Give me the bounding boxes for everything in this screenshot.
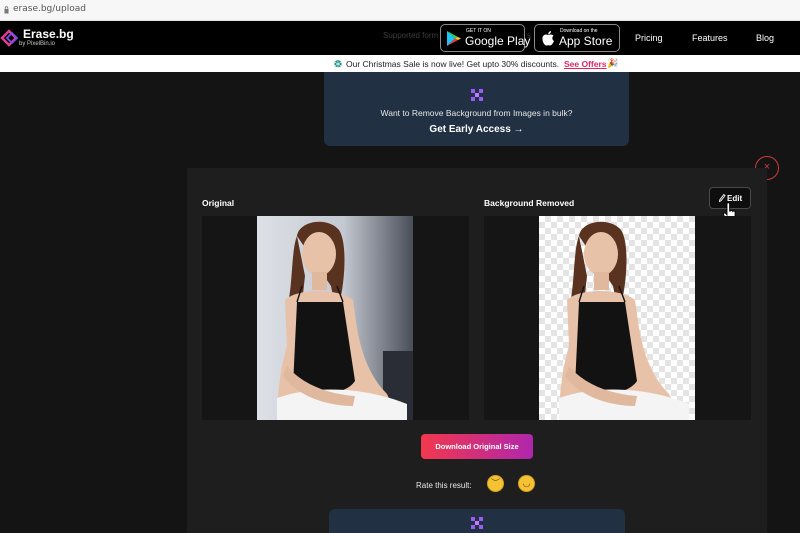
sale-banner: Our Christmas Sale is now live! Get upto…	[0, 55, 800, 72]
browser-url-bar[interactable]: erase.bg/upload	[0, 0, 800, 21]
rate-result-label: Rate this result:	[416, 481, 472, 490]
get-early-access-link[interactable]: Get Early Access →	[324, 124, 629, 135]
party-popper-icon: 🎉	[607, 58, 619, 68]
bulk-promo-card-bottom	[329, 509, 625, 533]
see-offers-link[interactable]: See Offers	[564, 59, 607, 69]
supported-formats-text: Supported form	[383, 31, 439, 40]
logo-subtitle: by PixelBin.io	[19, 41, 56, 47]
sale-banner-text: Our Christmas Sale is now live! Get upto…	[346, 59, 560, 69]
app-store-label: App Store	[559, 34, 613, 48]
result-card: Original Background Removed Edit Downloa…	[187, 168, 767, 533]
sad-face-mouth: ︶	[490, 478, 500, 488]
nav-link-features[interactable]: Features	[692, 33, 728, 43]
original-photo	[257, 216, 413, 420]
sad-face-icon[interactable]: ︶	[487, 475, 504, 492]
app-store-button[interactable]: Download on the App Store	[534, 24, 620, 52]
logo-name[interactable]: Erase.bg	[23, 27, 74, 41]
pixelbin-mark-icon	[471, 517, 483, 529]
bulk-question-text: Want to Remove Background from Images in…	[380, 108, 573, 118]
erase-bg-logo-icon[interactable]	[0, 27, 20, 49]
portrait-original-figure	[277, 221, 413, 420]
bulk-removal-card: Want to Remove Background from Images in…	[324, 72, 629, 146]
google-play-icon	[447, 31, 461, 46]
nav-link-pricing[interactable]: Pricing	[635, 33, 663, 43]
original-image-panel	[202, 216, 469, 420]
background-removed-photo	[539, 216, 695, 420]
pixelbin-mark-icon	[471, 89, 483, 101]
gift-icon	[334, 59, 342, 68]
google-play-button[interactable]: GET IT ON Google Play	[440, 24, 530, 52]
lock-icon	[4, 6, 9, 14]
background-removed-panel	[484, 216, 751, 420]
background-removed-title: Background Removed	[484, 198, 575, 208]
happy-face-mouth: ◡	[522, 478, 531, 488]
nav-link-blog[interactable]: Blog	[756, 33, 774, 43]
original-title: Original	[202, 198, 235, 208]
happy-face-icon[interactable]: ◡	[518, 475, 535, 492]
apple-icon	[542, 31, 554, 46]
url-text[interactable]: erase.bg/upload	[13, 4, 86, 14]
google-play-label: Google Play	[465, 34, 531, 48]
download-original-size-button[interactable]: Download Original Size	[421, 434, 533, 459]
portrait-cutout-figure	[559, 221, 689, 420]
top-navbar: Erase.bg by PixelBin.io Supported form s…	[0, 21, 800, 55]
